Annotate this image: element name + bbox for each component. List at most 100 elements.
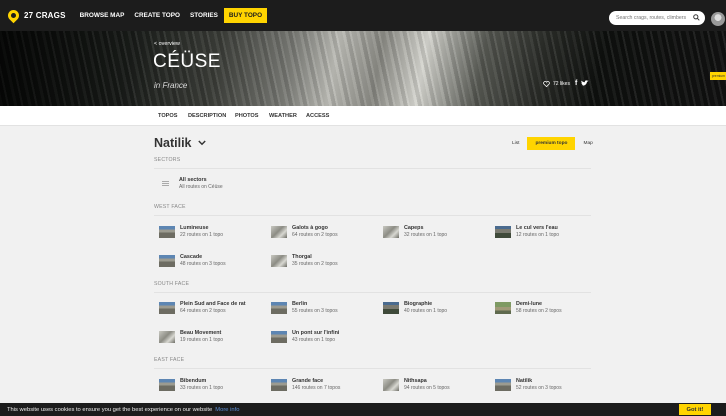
search-input[interactable] [616, 15, 694, 21]
search-box[interactable] [609, 11, 705, 25]
sectors-heading: SECTORS [154, 157, 181, 163]
sector-routes: 32 routes on 1 topo [404, 232, 448, 238]
crag-country: in France [154, 81, 188, 90]
user-avatar[interactable] [711, 12, 725, 26]
map-pin-icon [5, 7, 22, 24]
sector-routes: 48 routes on 3 topos [180, 261, 226, 267]
sector-thumbnail [495, 225, 511, 238]
tab-topos[interactable]: TOPOS [158, 113, 177, 119]
sector-thumbnail [159, 225, 175, 238]
view-map-button[interactable]: Map [583, 141, 592, 146]
nav-browse-map[interactable]: BROWSE MAP [80, 12, 125, 19]
sector-thumbnail [159, 254, 175, 267]
sector-routes: 55 routes on 3 topos [292, 308, 338, 314]
sector-item-capeps[interactable]: Capeps 32 routes on 1 topo [383, 225, 447, 238]
sector-item-grande-face[interactable]: Grande face 146 routes on 7 topos [271, 378, 340, 391]
sector-item-un-pont-sur-linfini[interactable]: Un pont sur l'infini 43 routes on 1 topo [271, 330, 339, 343]
crag-tabs: TOPOS DESCRIPTION PHOTOS WEATHER ACCESS [0, 106, 726, 126]
premium-topo-button[interactable]: premium topo [527, 137, 576, 150]
sector-routes: 19 routes on 1 topo [180, 337, 224, 343]
sector-thumbnail [271, 378, 287, 391]
buy-topo-button[interactable]: BUY TOPO [223, 8, 268, 23]
sector-item-lumineuse[interactable]: Lumineuse 22 routes on 1 topo [159, 225, 223, 238]
sector-item-beau-movement[interactable]: Beau Movement 19 routes on 1 topo [159, 330, 223, 343]
sector-item-cascade[interactable]: Cascade 48 routes on 3 topos [159, 254, 226, 267]
sector-item-thorgal[interactable]: Thorgal 35 routes on 2 topos [271, 254, 338, 267]
sector-item-nithsapa[interactable]: Nithsapa 94 routes on 5 topos [383, 378, 450, 391]
tab-access[interactable]: ACCESS [306, 113, 329, 119]
all-sectors-item[interactable]: All sectors All routes on Céüse [162, 177, 223, 190]
all-sectors-subtitle: All routes on Céüse [179, 184, 223, 190]
sector-name: Lumineuse [180, 225, 209, 231]
sector-item-bibendum[interactable]: Bibendum 33 routes on 1 topo [159, 378, 223, 391]
sector-name: Thorgal [292, 254, 312, 260]
list-icon [162, 181, 169, 186]
sector-item-demi-lune[interactable]: Demi-lune 58 routes on 2 topos [495, 301, 562, 314]
sector-routes: 146 routes on 7 topos [292, 385, 341, 391]
view-toggle: List premium topo Map [512, 137, 593, 150]
logo[interactable]: 27 CRAGS [5, 7, 66, 24]
sector-thumbnail [383, 378, 399, 391]
cookie-banner: This website uses cookies to ensure you … [0, 403, 726, 416]
search-icon[interactable] [693, 14, 700, 21]
sector-item-galots-a-gogo[interactable]: Galots à gogo 64 routes on 2 topos [271, 225, 338, 238]
topo-name: Natilik [154, 136, 192, 150]
crag-title: CÉÜSE [153, 51, 221, 72]
chevron-down-icon[interactable] [197, 140, 206, 146]
nav-stories[interactable]: STORIES [190, 12, 218, 19]
divider [154, 168, 591, 169]
all-sectors-title: All sectors [179, 177, 207, 183]
heart-icon[interactable] [543, 80, 550, 87]
sector-routes: 64 routes on 2 topos [292, 232, 338, 238]
likes-area: 72 likes f [543, 80, 592, 87]
sector-thumbnail [383, 301, 399, 314]
view-list-button[interactable]: List [512, 141, 519, 146]
sector-item-plein-sud[interactable]: Plein Sud and Face de rat 64 routes on 2 … [159, 301, 246, 314]
group-heading-west: WEST FACE [154, 204, 186, 210]
sector-name: Biographie [404, 301, 433, 307]
sector-name: Plein Sud and Face de rat [180, 301, 246, 307]
sector-thumbnail [159, 301, 175, 314]
divider [154, 368, 591, 369]
tab-weather[interactable]: WEATHER [269, 113, 297, 119]
logo-text: 27 CRAGS [24, 11, 66, 20]
twitter-icon[interactable] [581, 80, 589, 87]
sector-thumbnail [159, 330, 175, 343]
sector-routes: 64 routes on 2 topos [180, 308, 226, 314]
sector-thumbnail [495, 378, 511, 391]
sector-routes: 52 routes on 3 topos [516, 385, 562, 391]
sector-thumbnail [495, 301, 511, 314]
sector-name: Berlin [292, 301, 308, 307]
sector-name: Natilik [516, 378, 533, 384]
sector-item-biographie[interactable]: Biographie 40 routes on 1 topo [383, 301, 447, 314]
tab-description[interactable]: DESCRIPTION [188, 113, 226, 119]
sector-item-natilik[interactable]: Natilik 52 routes on 3 topos [495, 378, 562, 391]
sector-name: Capeps [404, 225, 424, 231]
cookie-text: This website uses cookies to ensure you … [7, 406, 213, 413]
cookie-more-info-link[interactable]: More info [215, 407, 239, 413]
facebook-icon[interactable]: f [575, 80, 577, 87]
sector-routes: 12 routes on 1 topo [516, 232, 560, 238]
sector-routes: 43 routes on 1 topo [292, 337, 336, 343]
sector-routes: 35 routes on 2 topos [292, 261, 338, 267]
sector-routes: 22 routes on 1 topo [180, 232, 224, 238]
sector-name: Galots à gogo [292, 225, 328, 231]
sector-name: Le cul vers l'eau [516, 225, 558, 231]
sector-item-berlin[interactable]: Berlin 55 routes on 3 topos [271, 301, 338, 314]
sector-name: Bibendum [180, 378, 207, 384]
divider [154, 215, 591, 216]
nav-create-topo[interactable]: CREATE TOPO [134, 12, 180, 19]
sector-routes: 40 routes on 1 topo [404, 308, 448, 314]
tab-photos[interactable]: PHOTOS [235, 113, 259, 119]
sector-name: Demi-lune [516, 301, 543, 307]
sector-item-le-cul-vers-leau[interactable]: Le cul vers l'eau 12 routes on 1 topo [495, 225, 559, 238]
sector-routes: 58 routes on 2 topos [516, 308, 562, 314]
topo-selector[interactable]: Natilik [154, 136, 206, 150]
premium-corner-badge[interactable]: premium [710, 72, 726, 80]
overview-back-link[interactable]: < overview [154, 41, 180, 47]
sector-routes: 33 routes on 1 topo [180, 385, 224, 391]
sector-name: Beau Movement [180, 330, 222, 336]
cookie-accept-button[interactable]: Got it! [679, 404, 711, 415]
sector-thumbnail [383, 225, 399, 238]
group-heading-south: SOUTH FACE [154, 281, 190, 287]
